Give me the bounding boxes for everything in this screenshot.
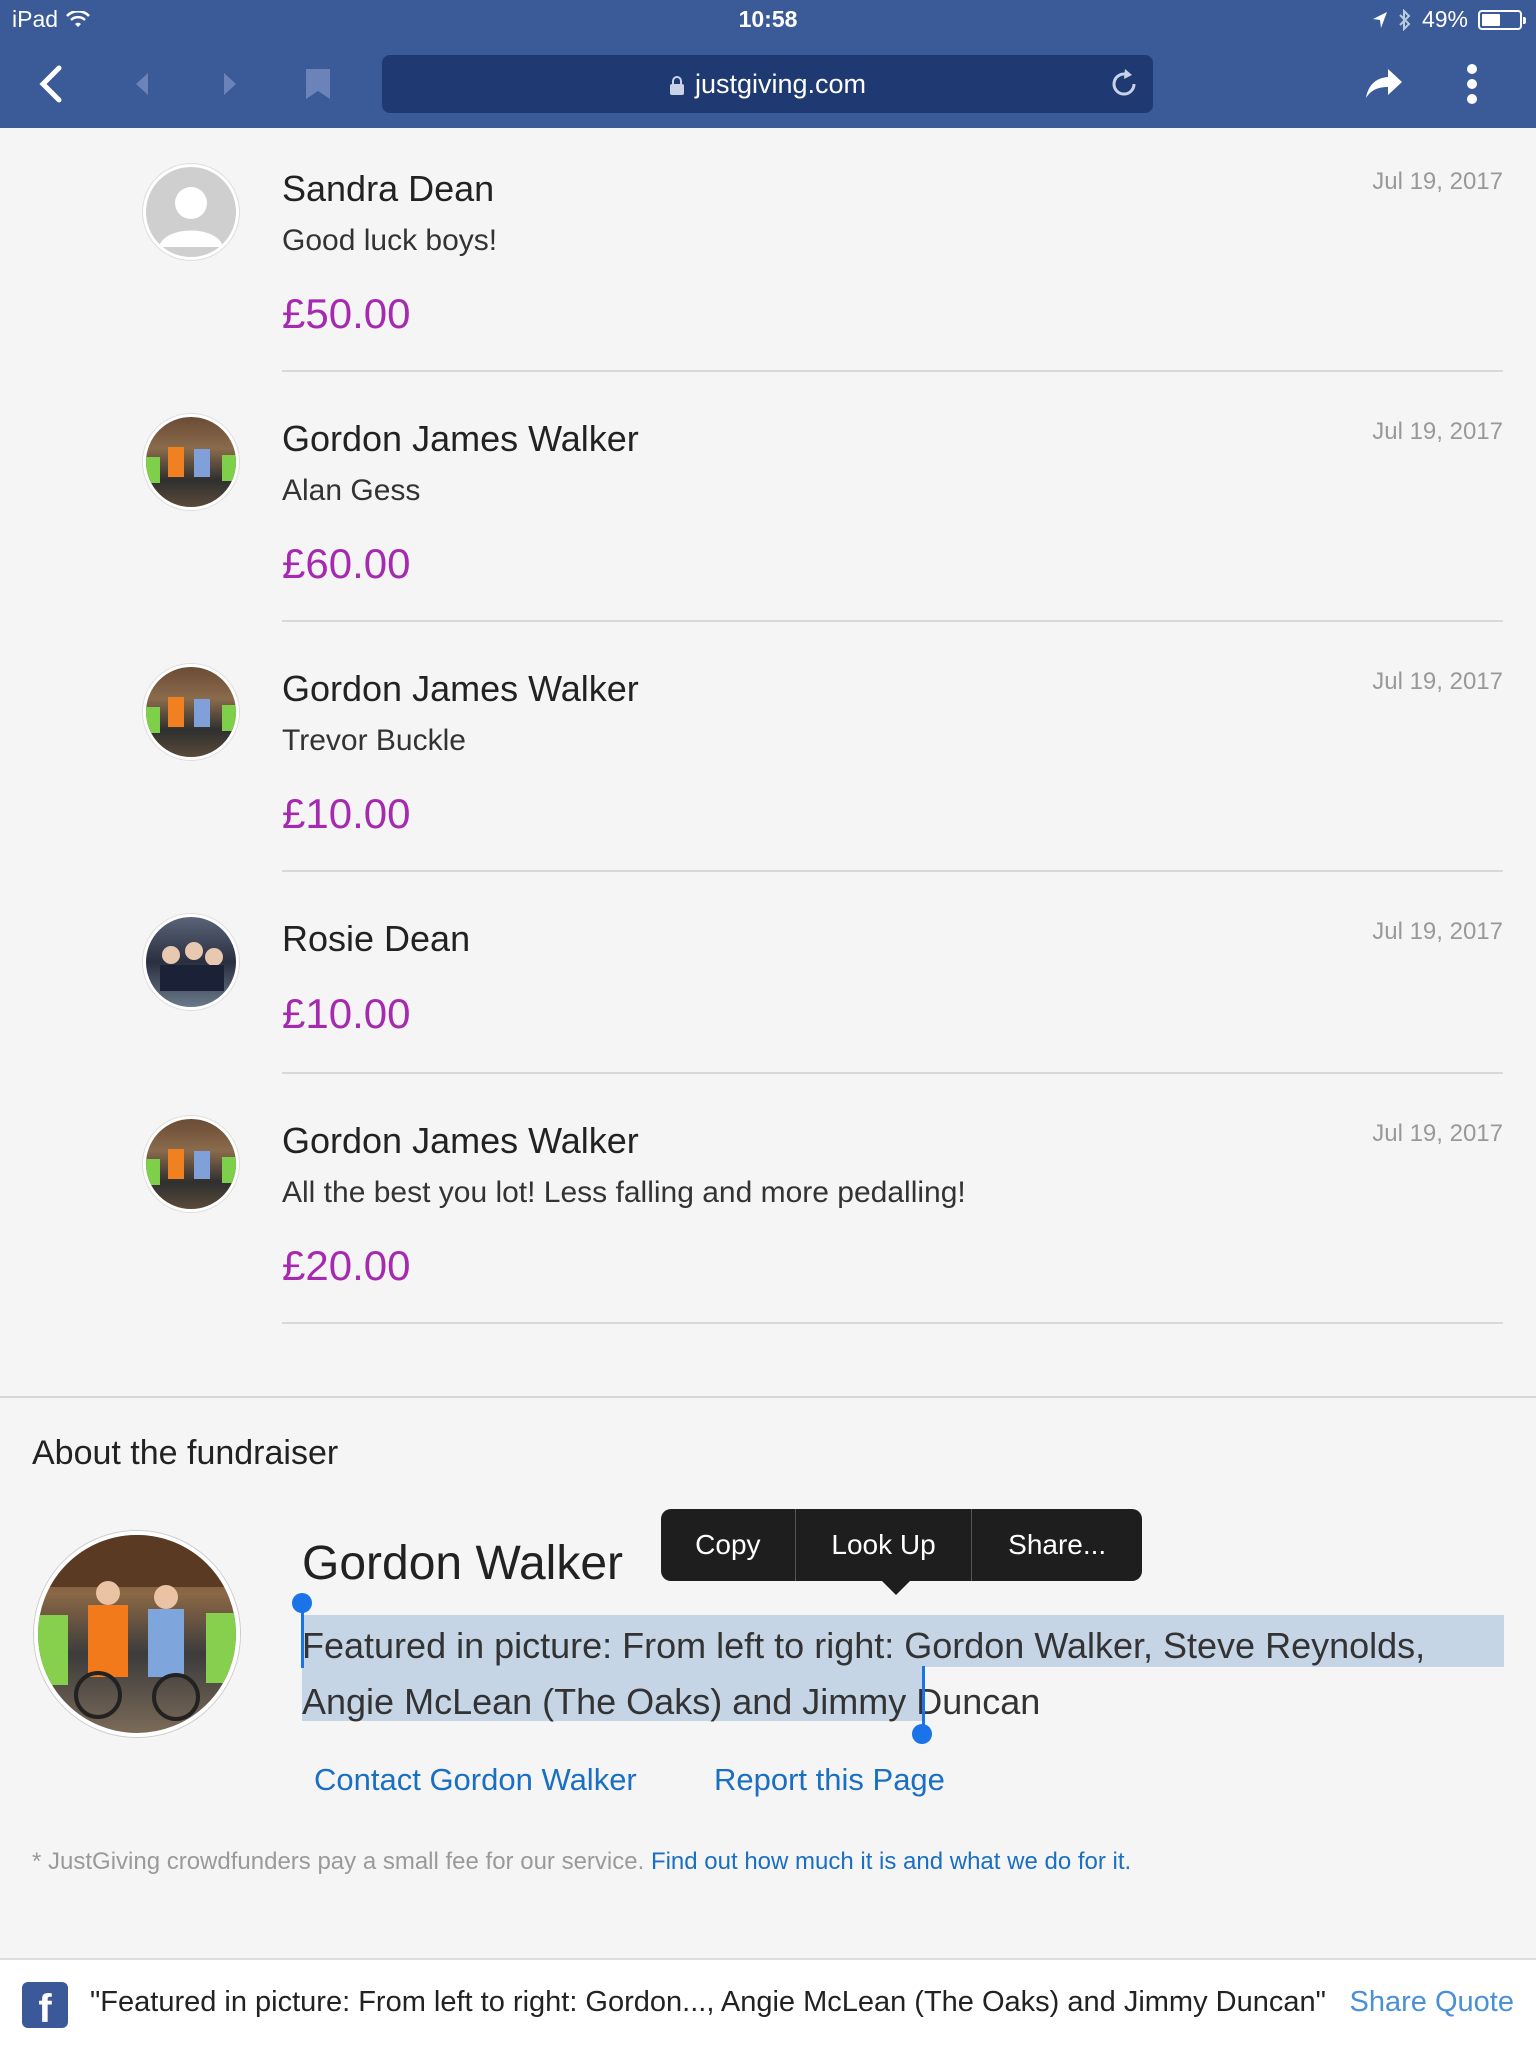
text-context-menu: Copy Look Up Share... [661,1509,1142,1595]
donor-name: Gordon James Walker [282,418,639,459]
fee-note: * JustGiving crowdfunders pay a small fe… [32,1848,1131,1876]
lock-icon [669,75,684,95]
donor-name: Gordon James Walker [282,668,639,709]
about-heading: About the fundraiser [32,1434,339,1472]
copy-menu-item[interactable]: Copy [661,1509,796,1581]
donor-avatar [143,914,239,1010]
donation-amount: £20.00 [282,1242,411,1289]
more-icon[interactable] [1446,58,1498,110]
history-back-icon[interactable] [116,58,168,110]
history-forward-icon[interactable] [204,58,256,110]
donation-item: Gordon James Walker Alan Gess £60.00 Jul… [0,414,1536,664]
donation-date: Jul 19, 2017 [1372,1120,1503,1147]
report-page-link[interactable]: Report this Page [714,1762,945,1798]
status-bar: iPad 10:58 49% [0,0,1536,40]
selection-start-caret [301,1608,304,1668]
fundraiser-name: Gordon Walker [302,1537,623,1590]
donation-date: Jul 19, 2017 [1372,668,1503,695]
donation-item: Gordon James Walker Trevor Buckle £10.00… [0,664,1536,914]
donation-date: Jul 19, 2017 [1372,168,1503,195]
donation-message: Trevor Buckle [282,724,466,757]
divider [282,620,1503,622]
donation-date: Jul 19, 2017 [1372,918,1503,945]
default-avatar-icon [143,164,239,260]
bluetooth-icon [1399,8,1411,31]
donation-message: All the best you lot! Less falling and m… [282,1176,966,1209]
clock: 10:58 [738,6,798,32]
donation-amount: £10.00 [282,990,411,1037]
donation-amount: £10.00 [282,790,411,837]
donor-avatar [143,664,239,760]
donor-avatar [143,1116,239,1212]
fee-note-text: * JustGiving crowdfunders pay a small fe… [32,1848,645,1875]
fundraiser-avatar [34,1531,240,1737]
donation-message: Good luck boys! [282,224,498,257]
donor-avatar [143,414,239,510]
facebook-icon: f [22,1982,68,2028]
navigation-bar: justgiving.com [0,50,1536,118]
donation-message: Alan Gess [282,474,421,507]
donor-name: Gordon James Walker [282,1120,639,1161]
quote-text: "Featured in picture: From left to right… [90,1986,1326,2018]
battery-percent: 49% [1421,6,1468,32]
divider [282,370,1503,372]
donation-item: Gordon James Walker All the best you lot… [0,1116,1536,1366]
donor-name: Rosie Dean [282,918,471,959]
address-bar[interactable]: justgiving.com [382,55,1153,113]
back-icon[interactable] [26,58,78,110]
contact-fundraiser-link[interactable]: Contact Gordon Walker [314,1762,637,1798]
divider [282,1072,1503,1074]
share-menu-item[interactable]: Share... [972,1509,1142,1581]
battery-icon [1478,9,1526,30]
divider [282,1322,1503,1324]
donation-date: Jul 19, 2017 [1372,418,1503,445]
donation-amount: £60.00 [282,540,411,587]
url-text: justgiving.com [694,69,867,99]
bookmark-icon[interactable] [292,58,344,110]
share-quote-button[interactable]: Share Quote [1350,1986,1514,2019]
reload-icon[interactable] [1107,67,1141,101]
location-icon [1372,11,1387,28]
share-icon[interactable] [1358,58,1410,110]
donation-amount: £50.00 [282,290,411,337]
selection-end-handle[interactable] [912,1724,932,1744]
fee-info-link[interactable]: Find out how much it is and what we do f… [651,1848,1131,1875]
look-up-menu-item[interactable]: Look Up [796,1509,973,1581]
fundraiser-description[interactable]: Featured in picture: From left to right:… [302,1618,1502,1730]
share-quote-bar: f "Featured in picture: From left to rig… [0,1958,1536,2050]
selection-end-caret [922,1666,925,1729]
donation-item: Sandra Dean Good luck boys! £50.00 Jul 1… [0,164,1536,414]
donor-name: Sandra Dean [282,168,495,209]
section-divider [0,1396,1536,1398]
divider [282,870,1503,872]
browser-chrome: iPad 10:58 49% justgiving.com [0,0,1536,128]
